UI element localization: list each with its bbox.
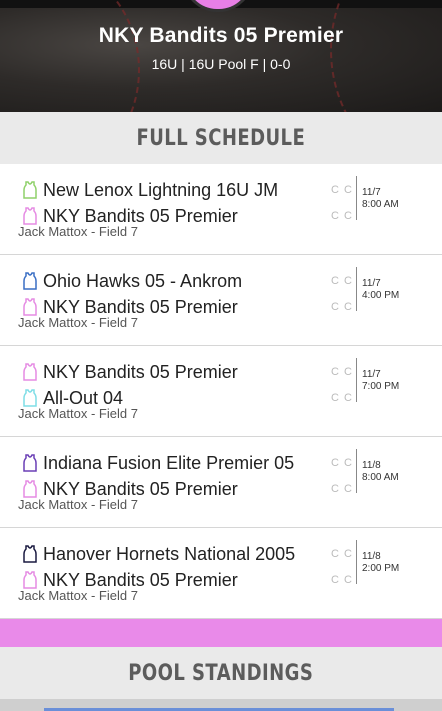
jersey-icon — [22, 454, 38, 472]
venue-label: Jack Mattox - Field 7 — [18, 588, 138, 603]
team-row-1: New Lenox Lightning 16U JM — [22, 178, 278, 202]
jersey-icon — [22, 571, 38, 589]
team-subtitle: 16U | 16U Pool F | 0-0 — [151, 56, 291, 72]
game-row[interactable]: Indiana Fusion Elite Premier 05 NKY Bandi… — [0, 437, 442, 528]
team-row-1: Ohio Hawks 05 - Ankrom — [22, 269, 242, 293]
standings-table-edge — [0, 699, 442, 711]
section-title: POOL STANDINGS — [128, 660, 314, 686]
pool-standings-header[interactable]: POOL STANDINGS — [0, 647, 442, 699]
jersey-icon — [22, 480, 38, 498]
team1-score: C C — [331, 548, 353, 560]
divider — [356, 540, 357, 584]
full-schedule-header: FULL SCHEDULE — [0, 112, 442, 164]
jersey-icon — [22, 272, 38, 290]
team1-score: C C — [331, 275, 353, 287]
divider — [356, 449, 357, 493]
venue-label: Jack Mattox - Field 7 — [18, 497, 138, 512]
game-time: 7:00 PM — [362, 381, 400, 392]
game-date: 11/8 — [362, 551, 381, 562]
jersey-icon — [22, 363, 38, 381]
divider — [356, 176, 357, 220]
game-time: 4:00 PM — [362, 290, 400, 301]
team-title: NKY Bandits 05 Premier — [98, 24, 344, 47]
team-row-1: Hanover Hornets National 2005 — [22, 542, 295, 566]
jersey-icon — [22, 298, 38, 316]
venue-label: Jack Mattox - Field 7 — [18, 224, 138, 239]
team-row-1: NKY Bandits 05 Premier — [22, 360, 238, 384]
team2-score: C C — [331, 483, 353, 495]
divider — [356, 358, 357, 402]
venue-label: Jack Mattox - Field 7 — [18, 315, 138, 330]
team-name[interactable]: Indiana Fusion Elite Premier 05 — [43, 453, 294, 474]
accent-bar — [0, 619, 442, 647]
team2-score: C C — [331, 392, 353, 404]
game-time: 8:00 AM — [362, 472, 399, 483]
game-row[interactable]: Ohio Hawks 05 - Ankrom NKY Bandits 05 Pre… — [0, 255, 442, 346]
section-title: FULL SCHEDULE — [136, 125, 306, 151]
game-date: 11/7 — [362, 187, 381, 198]
game-date: 11/8 — [362, 460, 381, 471]
jersey-icon — [22, 207, 38, 225]
venue-label: Jack Mattox - Field 7 — [18, 406, 138, 421]
jersey-icon — [22, 545, 38, 563]
team-name[interactable]: New Lenox Lightning 16U JM — [43, 180, 278, 201]
team1-score: C C — [331, 457, 353, 469]
team-name[interactable]: Hanover Hornets National 2005 — [43, 544, 295, 565]
jersey-icon — [22, 389, 38, 407]
team-name[interactable]: NKY Bandits 05 Premier — [43, 362, 238, 383]
game-date: 11/7 — [362, 278, 381, 289]
game-row[interactable]: NKY Bandits 05 Premier All-Out 04 Jack Mat… — [0, 346, 442, 437]
team2-score: C C — [331, 574, 353, 586]
divider — [356, 267, 357, 311]
team1-score: C C — [331, 184, 353, 196]
team-row-1: Indiana Fusion Elite Premier 05 — [22, 451, 294, 475]
team2-score: C C — [331, 301, 353, 313]
team-name[interactable]: Ohio Hawks 05 - Ankrom — [43, 271, 242, 292]
game-row[interactable]: Hanover Hornets National 2005 NKY Bandits… — [0, 528, 442, 619]
game-time: 8:00 AM — [362, 199, 399, 210]
game-date: 11/7 — [362, 369, 381, 380]
game-time: 2:00 PM — [362, 563, 400, 574]
team-header: NKY Bandits 05 Premier 16U | 16U Pool F … — [0, 0, 442, 112]
game-row[interactable]: New Lenox Lightning 16U JM NKY Bandits 05… — [0, 164, 442, 255]
jersey-icon — [22, 181, 38, 199]
team1-score: C C — [331, 366, 353, 378]
team2-score: C C — [331, 210, 353, 222]
